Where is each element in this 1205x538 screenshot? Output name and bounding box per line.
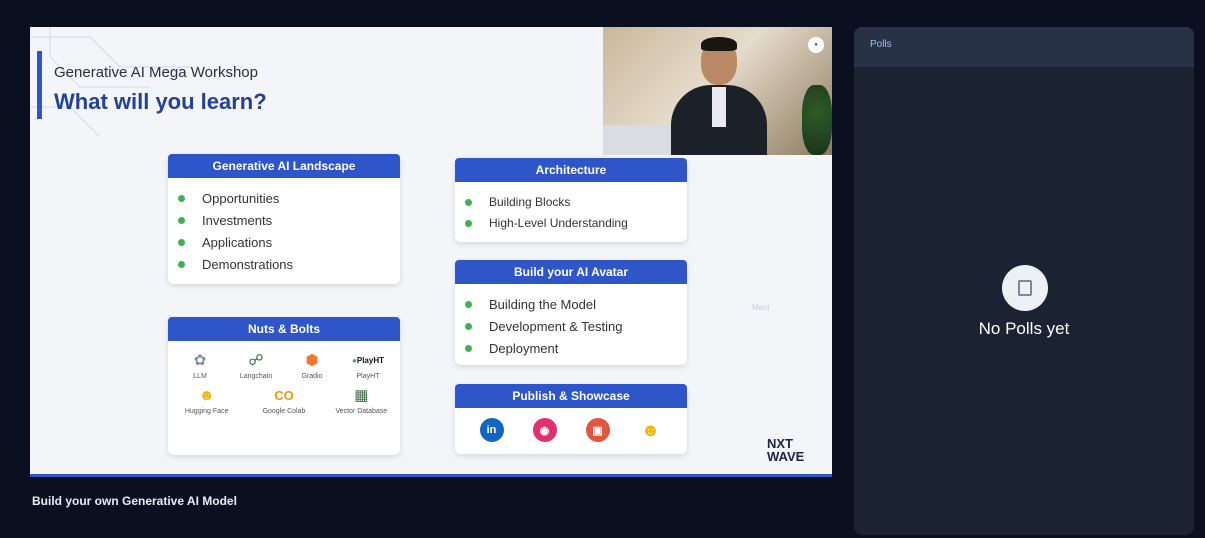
card-heading: Generative AI Landscape [168,154,400,178]
slide-subtitle: Generative AI Mega Workshop [54,64,258,81]
tool-gradio: ⬢ Gradio [284,349,340,380]
card-landscape: Generative AI Landscape Opportunities In… [168,154,400,284]
circuit-decoration [30,27,190,137]
landscape-list: Opportunities Investments Applications D… [168,178,400,276]
notebook-icon: ▣ [585,418,610,442]
tool-label: Vector Database [335,408,388,415]
slide-accent-bar [37,51,42,119]
presenter-hair [701,37,737,51]
huggingface-icon: ☻ [641,419,660,440]
list-item: Development & Testing [465,316,687,338]
card-avatar: Build your AI Avatar Building the Model … [455,260,687,365]
tool-label: Google Colab [262,408,306,415]
tool-llm: ✿ LLM [172,349,228,380]
empty-polls-text: No Polls yet [978,319,1070,338]
list-item: Building the Model [465,294,687,316]
tools-row-2: ☻ Hugging Face CO Google Colab ▦ Vector … [168,380,400,416]
brand-line-2: WAVE [767,449,805,464]
tool-label: Langchain [239,373,273,380]
tools-row-1: ✿ LLM ☍ Langchain ⬢ Gradio ● PlayHT PlayH… [168,341,400,380]
tool-huggingface: ☻ Hugging Face [168,384,245,416]
list-item: Investments [178,210,400,232]
video-caption: Build your own Generative AI Model [32,494,237,508]
tool-label: PlayHT [356,373,380,380]
nxtwave-logo: NXT WAVE [767,437,804,463]
playht-logo-text: PlayHT [356,355,384,365]
tool-langchain: ☍ Langchain [228,349,284,380]
playht-icon: ● PlayHT [352,355,384,365]
tool-label: LLM [193,373,207,380]
database-icon: ▦ [354,387,369,404]
card-publish: Publish & Showcase in ◉ ▣ ☻ [455,384,687,454]
empty-polls-icon [1002,265,1048,311]
presenter-video: ● [603,27,832,155]
linkedin-icon: in [479,418,504,442]
polls-tab[interactable]: Polls [854,27,1194,67]
architecture-list: Building Blocks High-Level Understanding [455,182,687,234]
list-item: High-Level Understanding [465,213,687,234]
card-heading: Architecture [455,158,687,182]
slide-title: What will you learn? [54,89,267,114]
list-item: Demonstrations [178,254,400,276]
card-heading: Publish & Showcase [455,384,687,408]
list-item: Opportunities [178,188,400,210]
watermark: Mani [752,303,770,312]
brain-icon: ✿ [193,352,207,369]
colab-icon: CO [274,387,294,403]
polls-panel: Polls No Polls yet [854,27,1194,535]
tool-vector-db: ▦ Vector Database [323,384,400,415]
list-item: Applications [178,232,400,254]
card-architecture: Architecture Building Blocks High-Level … [455,158,687,242]
langchain-icon: ☍ [248,352,264,369]
tool-colab: CO Google Colab [245,384,322,416]
card-heading: Build your AI Avatar [455,260,687,284]
tool-label: Hugging Face [184,408,229,415]
card-nuts-bolts: Nuts & Bolts ✿ LLM ☍ Langchain ⬢ Gradio … [168,317,400,455]
list-item: Deployment [465,338,687,360]
social-icons: in ◉ ▣ ☻ [455,408,687,442]
presenter-shirt [712,87,726,127]
tool-playht: ● PlayHT PlayHT [340,349,396,381]
instagram-icon: ◉ [532,418,557,442]
gradio-icon: ⬢ [305,352,319,369]
list-item: Building Blocks [465,192,687,213]
document-icon [1018,280,1032,296]
card-heading: Nuts & Bolts [168,317,400,341]
avatar-list: Building the Model Development & Testing… [455,284,687,360]
channel-badge-icon: ● [808,37,824,53]
video-stage: Generative AI Mega Workshop What will yo… [30,27,832,477]
plant [802,85,832,155]
tool-label: Gradio [301,373,323,380]
huggingface-icon: ☻ [198,386,215,404]
